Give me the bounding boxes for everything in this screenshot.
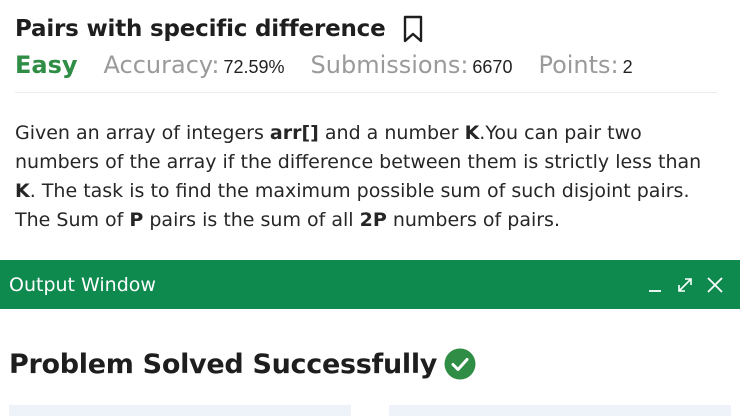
close-icon[interactable] [704,274,726,296]
submissions-label: Submissions: [310,51,469,79]
result-panel-left [9,405,351,416]
problem-header: Pairs with specific difference Easy Accu… [15,10,717,79]
minimize-icon[interactable] [644,274,666,296]
problem-description: Given an array of integers arr[] and a n… [15,119,725,235]
description-text: Given an array of integers [15,122,270,144]
accuracy-label: Accuracy: [103,51,220,79]
expand-icon[interactable] [674,274,696,296]
points-value: 2 [622,57,633,77]
problem-meta: Easy Accuracy: 72.59% Submissions: 6670 … [15,51,717,79]
title-row: Pairs with specific difference [15,10,717,48]
window-controls [636,274,726,296]
points-label: Points: [538,51,619,79]
problem-title: Pairs with specific difference [15,16,386,42]
description-text: and a number [318,122,465,144]
description-bold: K [15,180,30,202]
submissions-value: 6670 [472,57,513,77]
description-bold: K [464,122,480,144]
result-panel-right [389,405,731,416]
result-message: Problem Solved Successfully [9,348,476,380]
description-bold: P [129,209,144,231]
output-window-title: Output Window [9,273,156,296]
description-text: pairs is the sum of all [143,209,360,231]
difficulty-badge: Easy [15,51,78,79]
header-divider [15,92,717,93]
accuracy-value: 72.59% [223,57,285,77]
description-bold: arr[] [269,122,319,144]
check-circle-icon [444,348,476,380]
bookmark-icon[interactable] [402,15,424,43]
description-bold: 2P [359,209,387,231]
result-text: Problem Solved Successfully [9,348,438,380]
output-window-bar: Output Window [0,260,740,309]
description-text: numbers of pairs. [386,209,560,231]
